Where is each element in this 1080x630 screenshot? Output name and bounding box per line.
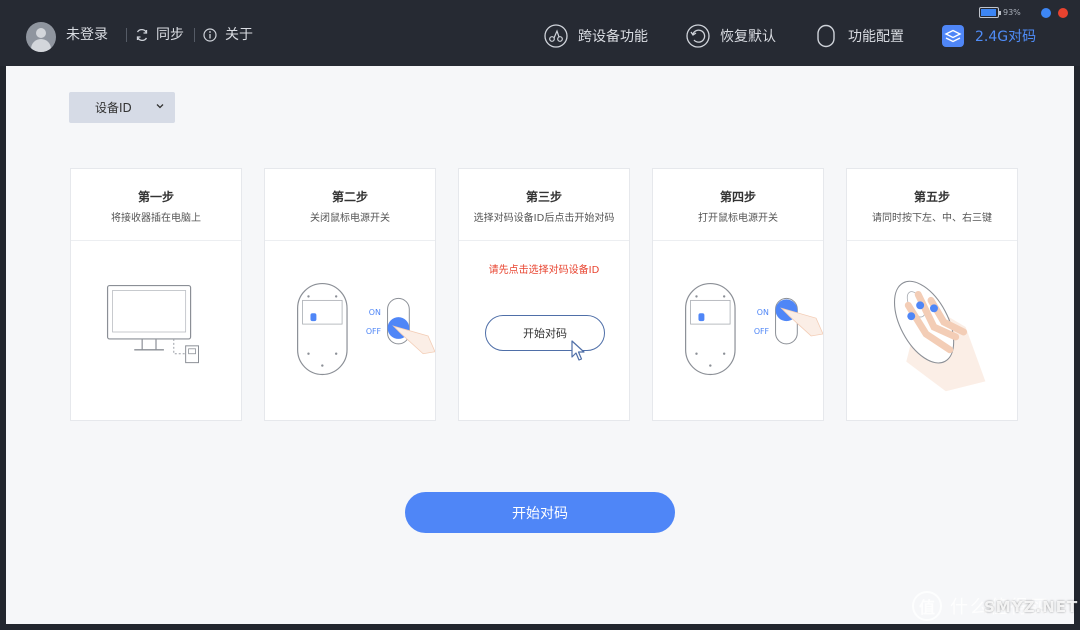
nav-cross-device[interactable]: 跨设备功能	[544, 22, 648, 50]
nav-function-config[interactable]: 功能配置	[814, 22, 904, 50]
battery-fill	[981, 9, 996, 16]
step-subtitle: 打开鼠标电源开关	[698, 213, 778, 224]
watermark-logo: 值	[912, 591, 942, 621]
step-title: 第二步	[331, 190, 368, 204]
hand-press-three-keys-illustration	[893, 280, 986, 392]
sync-icon[interactable]	[135, 28, 149, 42]
switch-on-label: ON	[757, 308, 769, 317]
nav-label: 2.4G对码	[975, 29, 1037, 45]
avatar[interactable]	[26, 22, 56, 52]
device-id-label: 设备ID	[95, 101, 132, 115]
step-title: 第四步	[719, 190, 756, 204]
switch-on-label: ON	[369, 308, 381, 317]
step-subtitle: 关闭鼠标电源开关	[310, 213, 390, 224]
watermark: 值 什么值得买 SMYZ.NET	[912, 588, 1077, 624]
switch-off-label: OFF	[366, 327, 382, 336]
login-status[interactable]: 未登录	[66, 25, 108, 45]
monitor-receiver-illustration	[106, 284, 199, 364]
main-content: 设备ID 第一步 将接收器插在电脑上 第二步 关闭鼠标电源开关 ON OFF 第…	[6, 66, 1074, 624]
layers-icon	[942, 25, 964, 47]
close-dot[interactable]	[1058, 8, 1068, 18]
step-card-4: 第四步 打开鼠标电源开关 ON OFF	[652, 168, 824, 421]
info-icon[interactable]	[203, 28, 217, 42]
start-pairing-illustration-button: 开始对码	[485, 315, 605, 351]
step-subtitle: 请同时按下左、中、右三键	[872, 213, 992, 224]
step-title: 第一步	[137, 190, 174, 204]
step-card-5: 第五步 请同时按下左、中、右三键	[846, 168, 1018, 421]
battery-indicator	[979, 7, 1001, 18]
device-id-select[interactable]: 设备ID	[69, 92, 175, 123]
cross-device-icon	[544, 24, 568, 48]
step-subtitle: 将接收器插在电脑上	[111, 213, 201, 224]
error-message: 请先点击选择对码设备ID	[488, 265, 600, 276]
mouse-switch-off-illustration: ON OFF	[297, 282, 435, 376]
switch-off-label: OFF	[754, 327, 770, 336]
step-card-1: 第一步 将接收器插在电脑上	[70, 168, 242, 421]
start-pairing-button[interactable]: 开始对码	[405, 492, 675, 533]
step-title: 第五步	[913, 190, 950, 204]
nav-restore-default[interactable]: 恢复默认	[686, 22, 776, 50]
nav-label: 恢复默认	[720, 29, 776, 45]
about-button[interactable]: 关于	[225, 25, 253, 45]
cursor-icon	[571, 340, 585, 361]
watermark-sub: SMYZ.NET	[984, 598, 1079, 616]
battery-percent: 93%	[1003, 8, 1021, 17]
step-subtitle: 选择对码设备ID后点击开始对码	[473, 213, 615, 224]
nav-label: 功能配置	[848, 29, 904, 45]
step-card-2: 第二步 关闭鼠标电源开关 ON OFF	[264, 168, 436, 421]
mouse-icon	[817, 24, 835, 48]
divider	[194, 28, 195, 42]
nav-2-4g-pairing[interactable]: 2.4G对码	[941, 22, 1036, 50]
step-card-3: 第三步 选择对码设备ID后点击开始对码 请先点击选择对码设备ID 开始对码	[458, 168, 630, 421]
pair-btn-label: 开始对码	[523, 327, 567, 340]
sync-button[interactable]: 同步	[156, 25, 184, 45]
divider	[126, 28, 127, 42]
chevron-down-icon	[156, 104, 164, 109]
restore-icon	[686, 24, 710, 48]
start-pairing-label: 开始对码	[512, 505, 568, 522]
minimize-dot[interactable]	[1041, 8, 1051, 18]
nav-label: 跨设备功能	[578, 29, 648, 45]
mouse-switch-on-illustration: ON OFF	[685, 282, 823, 376]
app-window: 未登录 同步 关于 跨设备功能 恢复默认 功能配置 2.4G对码 93% 设备I…	[0, 0, 1080, 630]
step-title: 第三步	[525, 190, 562, 204]
top-bar: 未登录 同步 关于 跨设备功能 恢复默认 功能配置 2.4G对码 93%	[0, 0, 1080, 66]
